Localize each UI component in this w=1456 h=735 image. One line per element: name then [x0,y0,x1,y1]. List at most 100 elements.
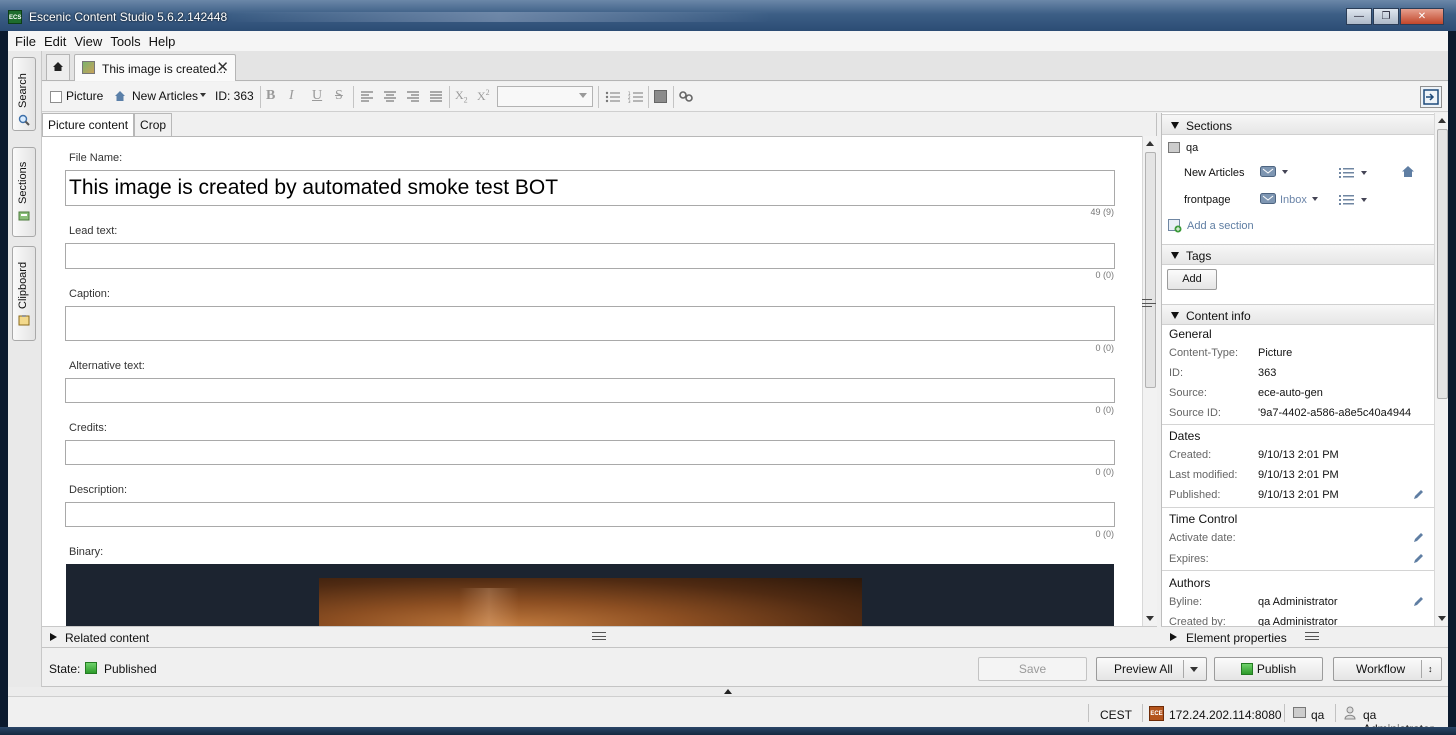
resize-grip-icon[interactable] [1142,299,1156,307]
file-name-char-count: 49 (9) [1090,207,1114,217]
underline-button[interactable]: U [312,88,322,104]
align-justify-icon[interactable] [429,91,443,103]
chevron-down-icon[interactable] [1312,197,1318,201]
close-window-button[interactable]: ✕ [1400,8,1444,25]
file-name-value: This image is created by automated smoke… [69,176,559,199]
tags-header[interactable]: Tags [1162,244,1434,265]
dock-tab-clipboard[interactable]: Clipboard [12,246,36,341]
scroll-down-icon[interactable] [1146,616,1154,621]
scroll-up-icon[interactable] [1146,141,1154,146]
binary-preview[interactable] [66,564,1114,626]
add-tag-button[interactable]: Add [1167,269,1217,290]
lead-text-char-count: 0 (0) [1095,270,1114,280]
resize-grip-icon[interactable] [1305,632,1319,640]
up-down-icon[interactable]: ↕ [1428,658,1433,680]
align-left-icon[interactable] [360,91,374,103]
maximize-button[interactable]: ❐ [1373,8,1399,25]
menu-edit[interactable]: Edit [40,34,70,49]
publish-button[interactable]: Publish [1214,657,1323,681]
right-panel-scrollbar[interactable] [1434,113,1448,626]
dock-tab-sections[interactable]: Sections [12,147,36,237]
content-info-header[interactable]: Content info [1162,304,1434,325]
close-tab-icon[interactable]: ✕ [216,58,229,76]
chevron-down-icon[interactable] [1282,170,1288,174]
menu-tools[interactable]: Tools [106,34,144,49]
section-root[interactable]: qa [1186,142,1448,154]
align-right-icon[interactable] [406,91,420,103]
resize-grip-icon[interactable] [592,632,606,640]
related-content-bar[interactable]: Related content [42,626,1157,647]
strikethrough-button[interactable]: S [335,88,343,104]
edit-expires-pencil-icon[interactable] [1412,553,1424,565]
list-view-icon[interactable] [1339,167,1355,178]
subscript-button[interactable]: X2 [455,88,468,104]
style-select[interactable] [497,86,593,107]
document-tab[interactable]: This image is created... ✕ [74,54,236,81]
home-tab[interactable] [46,54,70,80]
description-field[interactable] [65,502,1115,527]
scrollbar-thumb[interactable] [1437,129,1448,399]
workflow-button[interactable]: Workflow ↕ [1333,657,1442,681]
status-divider [1335,704,1336,722]
edit-activate-date-pencil-icon[interactable] [1412,532,1424,544]
italic-button[interactable]: I [289,88,294,104]
info-key: Expires: [1169,553,1209,565]
scrollbar-thumb[interactable] [1145,152,1156,388]
alternative-text-field[interactable] [65,378,1115,403]
home-section-dropdown[interactable]: New Articles [132,89,198,103]
sections-header[interactable]: Sections [1162,114,1434,135]
tab-crop[interactable]: Crop [134,113,173,137]
toggle-right-panel-button[interactable] [1420,86,1442,108]
chevron-down-icon[interactable] [1190,667,1198,672]
state-icon[interactable] [1260,193,1276,204]
chevron-down-icon[interactable] [200,93,206,97]
state-icon[interactable] [1260,166,1276,177]
publication-icon [1168,142,1180,153]
split-divider [1183,660,1184,678]
chevron-down-icon[interactable] [1361,171,1367,175]
dock-tab-search-label: Search [17,73,29,108]
select-checkbox[interactable] [50,91,62,103]
minimize-button[interactable]: — [1346,8,1372,25]
bottom-collapse-strip[interactable] [8,687,1448,696]
info-value: '9a7-4402-a586-a8e5c40a4944 [1258,407,1412,419]
collapse-icon [1171,252,1179,259]
divider [1162,570,1434,571]
credits-field[interactable] [65,440,1115,465]
numbered-list-icon[interactable]: 123 [628,91,644,103]
published-state-icon [85,662,97,674]
lead-text-field[interactable] [65,243,1115,269]
file-name-label: File Name: [69,152,123,164]
save-button[interactable]: Save [978,657,1087,681]
alternative-text-label: Alternative text: [69,360,145,372]
bulleted-list-icon[interactable] [605,91,621,103]
dock-tab-clipboard-label: Clipboard [17,261,29,309]
editor-scrollbar[interactable] [1142,136,1157,626]
element-properties-bar[interactable]: Element properties [1161,626,1448,647]
preview-all-button[interactable]: Preview All [1096,657,1207,681]
menu-file[interactable]: File [11,34,40,49]
home-section-icon [1402,166,1414,177]
chevron-down-icon[interactable] [1361,198,1367,202]
tab-picture-content[interactable]: Picture content [42,113,135,137]
menu-help[interactable]: Help [145,34,180,49]
title-bar-decoration [230,12,770,22]
caption-field[interactable] [65,306,1115,341]
dock-tab-search[interactable]: Search [12,57,36,131]
add-section-icon [1168,219,1182,233]
edit-byline-pencil-icon[interactable] [1412,596,1424,608]
list-view-icon[interactable] [1339,194,1355,205]
menu-view[interactable]: View [70,34,106,49]
table-icon[interactable] [654,90,667,103]
superscript-button[interactable]: X2 [477,88,490,104]
add-section-link[interactable]: Add a section [1187,220,1448,232]
scroll-down-icon[interactable] [1438,616,1446,621]
align-center-icon[interactable] [383,91,397,103]
edit-published-pencil-icon[interactable] [1412,489,1424,501]
chevron-up-icon[interactable] [724,689,732,694]
link-icon[interactable] [679,90,695,103]
file-name-field[interactable]: This image is created by automated smoke… [65,170,1115,206]
bold-button[interactable]: B [266,88,275,104]
scroll-up-icon[interactable] [1438,118,1446,123]
document-tab-strip: This image is created... ✕ [42,51,1448,81]
